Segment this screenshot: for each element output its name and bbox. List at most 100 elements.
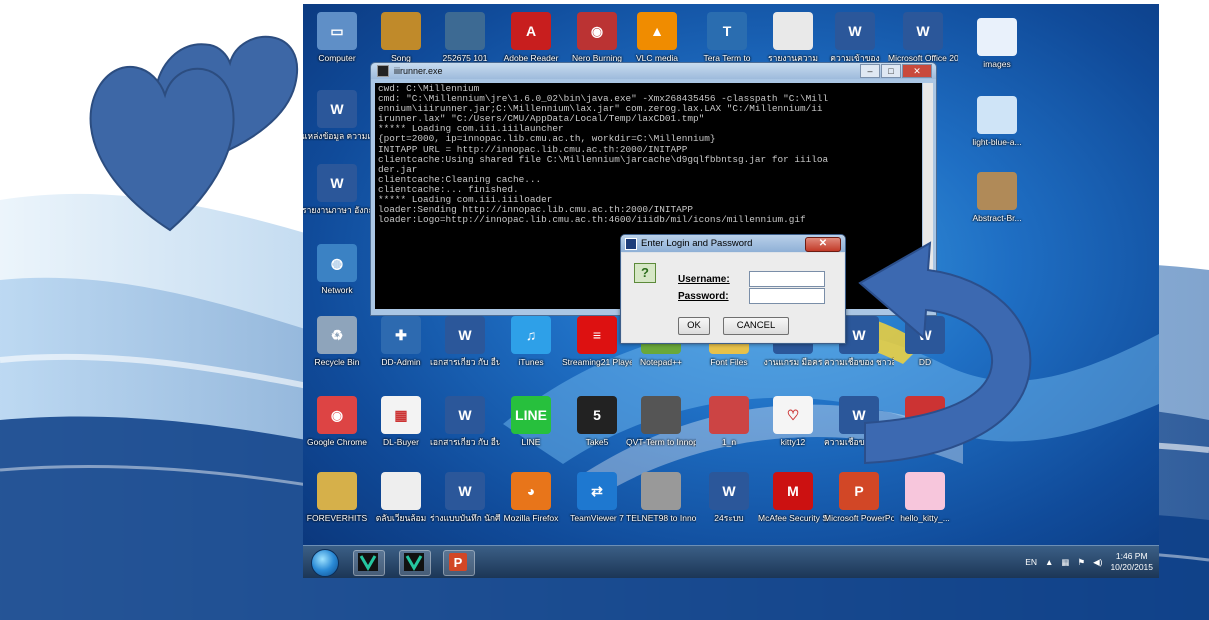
desktop-icon-foreverhits[interactable]: FOREVERHITS <box>305 472 369 542</box>
ok-button[interactable]: OK <box>678 317 710 335</box>
desktop-icon-itunes[interactable]: ♫ iTunes <box>499 316 563 386</box>
curved-arrow-icon <box>858 241 1032 465</box>
desktop-icon-one_n[interactable]: 1_n <box>697 396 761 466</box>
login-dialog-title: Enter Login and Password <box>641 238 753 249</box>
nero-icon: ◉ <box>577 12 617 50</box>
taskbar-app-1[interactable] <box>353 550 385 576</box>
desktop-icon-teamviewer[interactable]: ⇄ TeamViewer 7 <box>565 472 629 542</box>
desktop-icon-label: รายงานภาษา อังกฤษ <box>303 205 372 215</box>
console-titlebar[interactable]: iiirunner.exe <box>371 63 936 79</box>
desktop-icon-label: QVT-Term to Innopac <box>626 437 696 447</box>
vlc-icon: ▲ <box>637 12 677 50</box>
desktop-icon-label: Recycle Bin <box>314 357 360 367</box>
desktop-icon-network[interactable]: ◍ Network <box>305 244 369 314</box>
desktop-icon-qvt[interactable]: QVT-Term to Innopac <box>626 396 696 466</box>
desktop-icon-telnet[interactable]: TELNET98 to Innopac <box>626 472 696 542</box>
maximize-button[interactable]: □ <box>881 64 901 78</box>
one_n-icon <box>709 396 749 434</box>
desktop-icon-mcafee[interactable]: M McAfee Security Sc... <box>758 472 828 542</box>
volume-icon[interactable]: ◀) <box>1093 557 1102 568</box>
desktop-icon-hellokitty[interactable]: hello_kitty_... <box>893 472 957 542</box>
desktop-icon-label: แหล่งข้อมูล ความเชื่อ <box>303 131 372 141</box>
song-icon <box>381 12 421 50</box>
desktop-icon-thai8[interactable]: ตลับเวียนล้อม <box>369 472 433 542</box>
minimize-button[interactable]: – <box>860 64 880 78</box>
desktop-icon-label: 24ระบบ <box>714 513 744 523</box>
doc1-icon <box>773 12 813 50</box>
desktop-icon-thai2[interactable]: W รายงานภาษา อังกฤษ <box>303 164 372 234</box>
desktop-icon-label: TeamViewer 7 <box>570 513 624 523</box>
desktop-icon-take5[interactable]: 5 Take5 <box>565 396 629 466</box>
thai2-icon: W <box>317 164 357 202</box>
thai6-icon: W <box>445 396 485 434</box>
network-icon[interactable]: ▦ <box>1061 557 1069 568</box>
desktop-icon-label: เอกสารเกี่ยว กับ อื่น ๆ <box>430 357 500 367</box>
streaming-icon: ≡ <box>577 316 617 354</box>
desktop-icon-powerpoint[interactable]: PMicrosoft PowerPoi... <box>824 472 894 542</box>
desktop-icon-recycle[interactable]: ♻ Recycle Bin <box>305 316 369 386</box>
desktop-icon-label: 1_n <box>721 437 737 447</box>
desktop-icon-images[interactable]: images <box>965 18 1029 88</box>
desktop-icon-firefox[interactable]: ◕ Mozilla Firefox <box>499 472 563 542</box>
desktop-icon-label: Computer <box>318 53 356 63</box>
desktop-icon-label: iTunes <box>518 357 544 367</box>
login-dialog[interactable]: Enter Login and Password ✕ ? Username: P… <box>620 234 846 344</box>
chrome-icon: ◉ <box>317 396 357 434</box>
desktop-icon-kitty12[interactable]: ♡ kitty12 <box>761 396 825 466</box>
desktop-icon-label: Abstract-Br... <box>972 213 1022 223</box>
lightblue-icon <box>977 96 1017 134</box>
desktop-icon-dlbuyer[interactable]: ▦ DL-Buyer <box>369 396 433 466</box>
itunes-icon: ♫ <box>511 316 551 354</box>
desktop-icon-line[interactable]: LINE LINE <box>499 396 563 466</box>
dlbuyer-icon: ▦ <box>381 396 421 434</box>
username-label: Username: <box>678 274 730 285</box>
start-button[interactable] <box>311 549 339 577</box>
desktop-icon-chrome[interactable]: ◉ Google Chrome <box>305 396 369 466</box>
desktop-icon-label: Notepad++ <box>639 357 683 367</box>
clock[interactable]: 1:46 PM 10/20/2015 <box>1110 551 1153 573</box>
console-line: loader:Logo=http://innopac.lib.cmu.ac.th… <box>378 214 806 226</box>
teraterm-icon: T <box>707 12 747 50</box>
heart-shape-front <box>89 66 235 232</box>
f252675-icon <box>445 12 485 50</box>
qvt-icon <box>641 396 681 434</box>
clock-time: 1:46 PM <box>1115 551 1148 561</box>
desktop-icon-ddadmin[interactable]: ✚ DD-Admin <box>369 316 433 386</box>
desktop-icon-label: images <box>983 59 1011 69</box>
recycle-icon: ♻ <box>317 316 357 354</box>
desktop-icon-label: ตลับเวียนล้อม <box>375 513 427 523</box>
thai3-icon: W <box>445 316 485 354</box>
msoffice-icon: W <box>903 12 943 50</box>
desktop-icon-thai3[interactable]: W เอกสารเกี่ยว กับ อื่น ๆ <box>430 316 500 386</box>
desktop-icon-lightblue[interactable]: light-blue-a... <box>965 96 1029 166</box>
desktop-icon-thai1[interactable]: W แหล่งข้อมูล ความเชื่อ <box>303 90 372 160</box>
show-hidden-icons-icon[interactable]: ▲ <box>1045 557 1053 567</box>
teamviewer-icon: ⇄ <box>577 472 617 510</box>
action-center-icon[interactable]: ⚑ <box>1077 557 1085 568</box>
ddadmin-icon: ✚ <box>381 316 421 354</box>
desktop-icon-label: McAfee Security Sc... <box>758 513 828 523</box>
computer-icon: ▭ <box>317 12 357 50</box>
password-input[interactable] <box>749 288 825 304</box>
green-v-icon <box>358 553 378 571</box>
taskbar-powerpoint[interactable]: P <box>443 550 475 576</box>
username-input[interactable] <box>749 271 825 287</box>
desktop-icon-abstract[interactable]: Abstract-Br... <box>965 172 1029 242</box>
desktop-icon-label: Mozilla Firefox <box>503 513 559 523</box>
close-button[interactable]: ✕ <box>902 64 932 78</box>
green-v-icon <box>404 553 424 571</box>
thai8-icon <box>381 472 421 510</box>
desktop-icon-thai10[interactable]: W 24ระบบ <box>697 472 761 542</box>
taskbar-app-2[interactable] <box>399 550 431 576</box>
desktop-icon-label: Streaming21 Player 5.0 <box>562 357 632 367</box>
desktop-icon-thai6[interactable]: W เอกสารเกี่ยว กับ อื่น ๆ <box>430 396 500 466</box>
mcafee-icon: M <box>773 472 813 510</box>
language-indicator[interactable]: EN <box>1025 557 1037 567</box>
powerpoint-icon: P <box>449 553 467 571</box>
desktop-icon-thai9[interactable]: W ร่างแบบบันทึก นักศึกษา <box>430 472 500 542</box>
abstract-icon <box>977 172 1017 210</box>
login-close-button[interactable]: ✕ <box>805 237 841 252</box>
cancel-button[interactable]: CANCEL <box>723 317 789 335</box>
desktop-icon-label: Microsoft PowerPoi... <box>824 513 894 523</box>
desktop-icon-computer[interactable]: ▭ Computer <box>305 12 369 82</box>
